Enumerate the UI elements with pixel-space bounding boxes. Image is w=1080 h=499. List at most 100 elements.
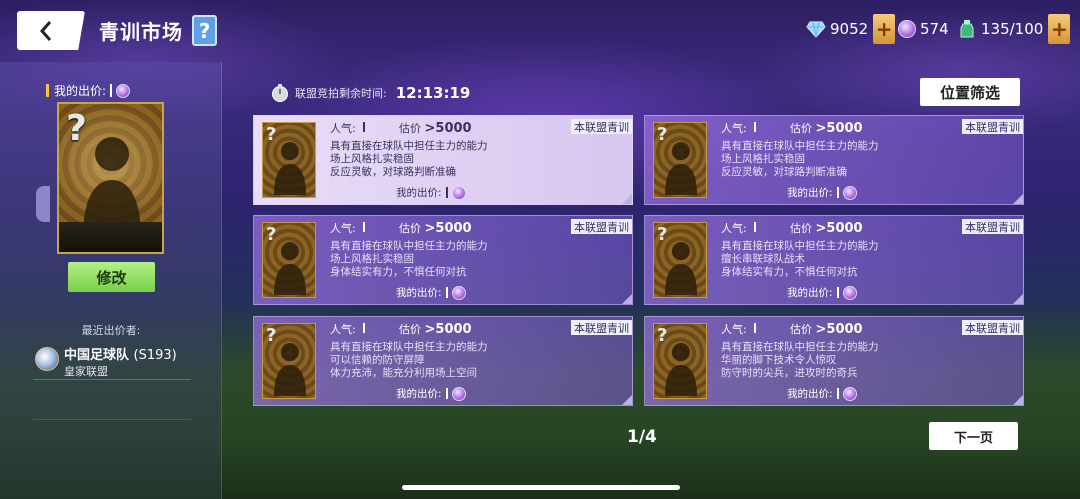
card-corner-notch bbox=[622, 395, 632, 405]
popularity-label: 人气: bbox=[330, 222, 356, 235]
league-youth-tag: 本联盟青训 bbox=[571, 219, 632, 234]
auction-card[interactable]: ? 人气: 估价 >5000 本联盟青训 具有直接在球队中担任主力的能力 场上风格… bbox=[253, 215, 633, 305]
auction-timer: 联盟竞拍剩余时间: 12:13:19 bbox=[270, 83, 470, 103]
card-my-bid: 我的出价: bbox=[787, 185, 857, 200]
bid-value-bar bbox=[836, 287, 839, 298]
popularity: 人气: bbox=[721, 120, 760, 136]
estimate-value: >5000 bbox=[424, 322, 472, 337]
auction-card[interactable]: ? 人气: 估价 >5000 本联盟青训 具有直接在球队中担任主力的能力 华丽的脚… bbox=[644, 316, 1024, 406]
trait-line: 防守时的尖兵，进攻时的奇兵 bbox=[721, 367, 858, 379]
modify-bid-button[interactable]: 修改 bbox=[68, 262, 155, 292]
player-silhouette-icon bbox=[665, 142, 697, 195]
auction-card[interactable]: ? 人气: 估价 >5000 本联盟青训 具有直接在球队中担任主力的能力 场上风格… bbox=[253, 115, 633, 205]
unknown-player-mark: ? bbox=[266, 325, 277, 346]
home-indicator[interactable] bbox=[402, 485, 680, 490]
bid-value-bar bbox=[445, 187, 448, 198]
estimate: 估价 >5000 bbox=[790, 120, 863, 136]
auction-card[interactable]: ? 人气: 估价 >5000 本联盟青训 具有直接在球队中担任主力的能力 擅长串联… bbox=[644, 215, 1024, 305]
card-my-bid: 我的出价: bbox=[396, 285, 466, 300]
estimate-label: 估价 bbox=[399, 323, 421, 336]
chevron-left-icon bbox=[39, 20, 52, 41]
auction-list-panel: 联盟竞拍剩余时间: 12:13:19 位置筛选 ? 人气: 估价 >5000 本… bbox=[222, 62, 1080, 499]
add-diamond-button[interactable]: + bbox=[873, 14, 896, 44]
popularity-bar bbox=[754, 222, 757, 232]
back-button[interactable] bbox=[17, 11, 85, 50]
diamond-icon bbox=[806, 21, 826, 38]
popularity-bar bbox=[754, 323, 757, 333]
league-youth-tag: 本联盟青训 bbox=[962, 320, 1023, 335]
estimate-value: >5000 bbox=[424, 121, 472, 136]
trait-line: 反应灵敏，对球路判断准确 bbox=[330, 166, 456, 178]
card-corner-notch bbox=[1013, 294, 1023, 304]
page-indicator: 1/4 bbox=[627, 427, 657, 447]
energy-bottle-icon bbox=[960, 20, 974, 38]
energy-resource: 135/100 + bbox=[957, 14, 1071, 44]
unknown-player-mark: ? bbox=[66, 108, 87, 149]
trait-line: 反应灵敏，对球路判断准确 bbox=[721, 166, 847, 178]
estimate-value: >5000 bbox=[815, 221, 863, 236]
league-youth-tag: 本联盟青训 bbox=[962, 119, 1023, 134]
league-youth-tag: 本联盟青训 bbox=[571, 320, 632, 335]
estimate: 估价 >5000 bbox=[399, 321, 472, 337]
top-bar: 青训市场 ? 9052 + 574 135/100 + bbox=[0, 0, 1080, 62]
league-youth-tag: 本联盟青训 bbox=[962, 219, 1023, 234]
league-youth-tag: 本联盟青训 bbox=[571, 119, 632, 134]
player-card-thumb: ? bbox=[262, 222, 316, 298]
player-silhouette-icon bbox=[665, 343, 697, 396]
auction-card[interactable]: ? 人气: 估价 >5000 本联盟青训 具有直接在球队中担任主力的能力 场上风格… bbox=[644, 115, 1024, 205]
unknown-player-mark: ? bbox=[657, 124, 668, 145]
energy-count: 135/100 bbox=[981, 20, 1044, 38]
purple-coin-icon bbox=[451, 386, 466, 401]
card-corner-notch bbox=[622, 294, 632, 304]
trait-line: 身体结实有力，不惧任何对抗 bbox=[721, 266, 858, 278]
card-my-bid: 我的出价: bbox=[396, 386, 466, 401]
popularity: 人气: bbox=[330, 321, 369, 337]
estimate-value: >5000 bbox=[815, 121, 863, 136]
my-bid-label: 我的出价: bbox=[396, 187, 442, 199]
unknown-player-mark: ? bbox=[657, 224, 668, 245]
player-card-thumb: ? bbox=[653, 323, 707, 399]
position-filter-button[interactable]: 位置筛选 bbox=[920, 78, 1020, 106]
bidder-name: 中国足球队 (S193) bbox=[64, 344, 177, 363]
purple-coin-icon bbox=[898, 20, 916, 38]
popularity: 人气: bbox=[721, 220, 760, 236]
popularity-label: 人气: bbox=[330, 323, 356, 336]
my-bid-label: 我的出价: bbox=[396, 388, 442, 400]
bid-value-bar bbox=[445, 388, 448, 399]
card-corner-notch bbox=[1013, 395, 1023, 405]
card-my-bid: 我的出价: bbox=[396, 185, 466, 200]
unknown-player-mark: ? bbox=[657, 325, 668, 346]
card-name-stripe bbox=[59, 222, 162, 252]
player-card-thumb: ? bbox=[262, 323, 316, 399]
estimate-value: >5000 bbox=[815, 322, 863, 337]
next-page-button[interactable]: 下一页 bbox=[929, 422, 1018, 450]
help-button[interactable]: ? bbox=[192, 15, 217, 46]
popularity-bar bbox=[754, 122, 757, 132]
timer-value: 12:13:19 bbox=[395, 84, 471, 102]
purple-coin-icon bbox=[451, 285, 466, 300]
estimate: 估价 >5000 bbox=[790, 321, 863, 337]
popularity-label: 人气: bbox=[721, 323, 747, 336]
recent-bidder-label: 最近出价者: bbox=[81, 324, 141, 337]
trait-line: 身体结实有力，不惧任何对抗 bbox=[330, 266, 467, 278]
coin-count: 574 bbox=[920, 20, 949, 38]
player-silhouette-icon bbox=[274, 142, 306, 195]
club-badge-icon bbox=[35, 347, 59, 371]
player-card-thumb: ? bbox=[653, 122, 707, 198]
auction-card[interactable]: ? 人气: 估价 >5000 本联盟青训 具有直接在球队中担任主力的能力 可以信赖… bbox=[253, 316, 633, 406]
page-title: 青训市场 bbox=[99, 20, 183, 44]
side-tab-handle[interactable] bbox=[36, 186, 50, 222]
add-energy-button[interactable]: + bbox=[1048, 14, 1071, 44]
my-bid-label: 我的出价: bbox=[54, 84, 107, 98]
player-silhouette-icon bbox=[665, 242, 697, 295]
card-corner-notch bbox=[1013, 194, 1023, 204]
coin-resource: 574 bbox=[898, 14, 949, 44]
popularity-bar bbox=[363, 222, 366, 232]
my-bid-label: 我的出价: bbox=[787, 187, 833, 199]
bid-summary-panel: 我的出价: ? 修改 最近出价者: 中国足球队 (S193) 皇家联盟 bbox=[0, 62, 222, 499]
purple-coin-icon bbox=[116, 83, 131, 98]
recent-bidder[interactable]: 中国足球队 (S193) 皇家联盟 bbox=[33, 342, 191, 380]
bidder-club-name: 中国足球队 bbox=[64, 348, 130, 363]
estimate-label: 估价 bbox=[399, 222, 421, 235]
my-bid-label: 我的出价: bbox=[396, 287, 442, 299]
